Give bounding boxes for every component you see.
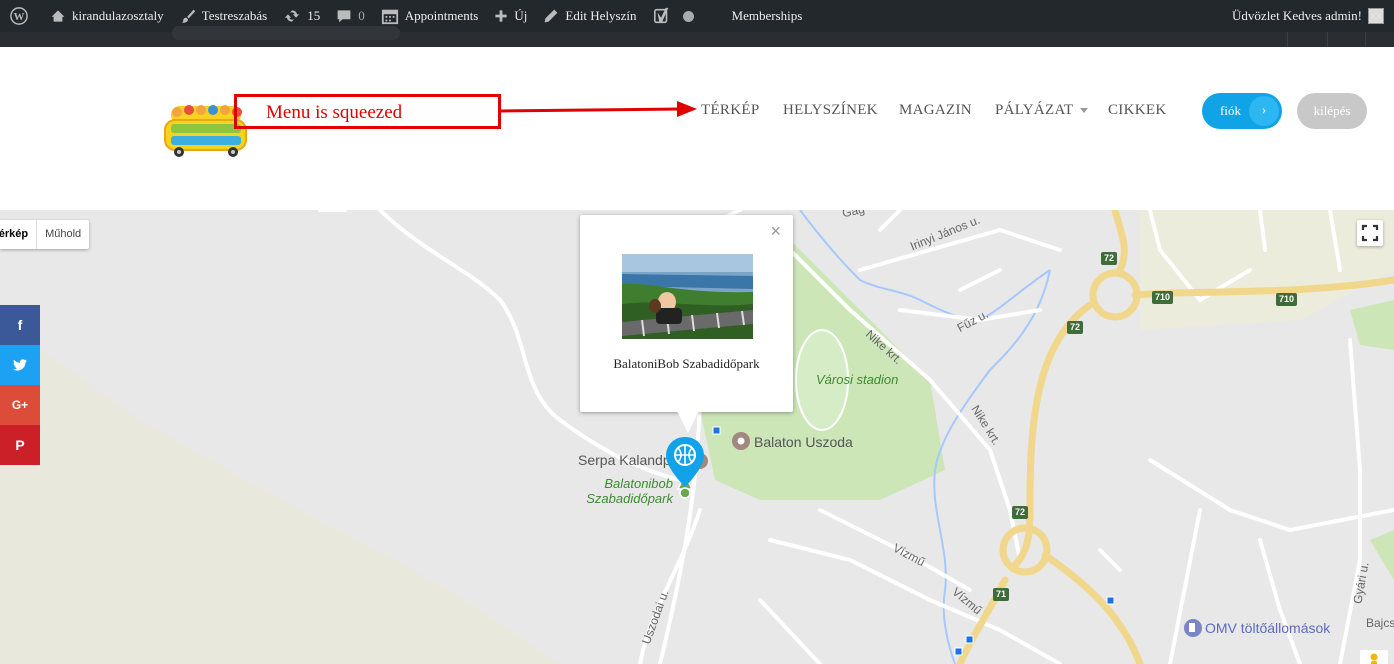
share-twitter-button[interactable]: t	[0, 345, 40, 385]
pinterest-icon: P	[15, 437, 25, 453]
site-name: kirandulazosztaly	[72, 8, 164, 23]
wordpress-logo-button[interactable]: W	[0, 0, 42, 32]
edit-location-label: Edit Helyszín	[565, 8, 637, 23]
logout-button[interactable]: kilépés	[1297, 93, 1367, 129]
close-icon[interactable]: ×	[770, 221, 781, 242]
chevron-right-icon: ›	[1249, 96, 1279, 126]
new-label: Új	[514, 8, 528, 23]
road-shield: 71	[993, 588, 1010, 601]
info-window-tail	[677, 411, 699, 433]
avatar	[1368, 8, 1384, 24]
map-label-stadium: Városi stadion	[816, 372, 899, 387]
memberships-link[interactable]: Memberships	[702, 0, 811, 32]
pegman-icon	[1370, 653, 1378, 664]
caret-down-icon	[1080, 108, 1089, 114]
subbar-divider	[1365, 32, 1366, 47]
yoast-icon	[653, 7, 668, 24]
nav-item-palyazat-label: PÁLYÁZAT	[995, 102, 1074, 118]
edit-location-link[interactable]: Edit Helyszín	[535, 0, 644, 32]
location-marker[interactable]	[664, 435, 706, 491]
location-photo[interactable]	[622, 254, 753, 339]
greeting-label: Üdvözlet Kedves admin!	[1232, 8, 1362, 23]
share-pinterest-button[interactable]: P	[0, 425, 40, 465]
paintbrush-icon	[181, 9, 195, 23]
updates-count: 15	[307, 8, 321, 23]
map-label-pool: Balaton Uszoda	[754, 434, 853, 450]
account-button[interactable]: fiók ›	[1202, 93, 1282, 129]
twitter-icon	[13, 359, 27, 371]
home-icon	[51, 10, 65, 22]
admin-subbar	[0, 26, 1394, 47]
comment-icon	[337, 10, 351, 23]
street-view-pegman[interactable]	[1360, 650, 1388, 664]
search-pill	[172, 26, 400, 40]
road-shield: 710	[1276, 293, 1298, 306]
map-type-control: Térkép Műhold	[0, 220, 90, 249]
map-label-serpa: Serpa Kalandp	[578, 452, 671, 468]
svg-text:W: W	[14, 11, 25, 23]
fullscreen-icon	[1361, 224, 1379, 242]
comments-count: 0	[358, 8, 365, 23]
nav-item-terkep[interactable]: TÉRKÉP	[701, 102, 759, 119]
nav-item-helyszinek[interactable]: HELYSZÍNEK	[783, 102, 878, 119]
site-header: Menu is squeezed TÉRKÉP HELYSZÍNEK MAGAZ…	[0, 47, 1394, 210]
google-plus-icon: G+	[11, 398, 29, 412]
seo-status-dot-icon	[682, 10, 694, 22]
map-type-satellite-button[interactable]: Műhold	[36, 220, 89, 249]
map-info-window: × BalatoniBob Szabadidőpark	[580, 215, 793, 433]
road-shield: 72	[1012, 506, 1029, 519]
nav-item-magazin[interactable]: MAGAZIN	[899, 102, 972, 119]
map-label-bobpark-line2: Szabadidőpark	[586, 491, 673, 506]
page: W kirandulazosztaly Testreszabás 15 0 Ap…	[0, 0, 1394, 664]
memberships-label: Memberships	[731, 8, 803, 23]
site-name-link[interactable]: kirandulazosztaly	[42, 0, 172, 32]
map-type-map-button[interactable]: Térkép	[0, 220, 36, 249]
account-button-label: fiók	[1220, 103, 1241, 118]
subbar-divider	[1287, 32, 1288, 47]
appointments-label: Appointments	[404, 8, 479, 23]
refresh-icon	[285, 10, 300, 22]
map-canvas[interactable]: Térkép Műhold Gág Irinyi János u. Fűz u.…	[0, 210, 1394, 664]
facebook-icon: f	[17, 317, 23, 333]
plus-icon	[495, 10, 507, 22]
map-label-bobpark: Balatonibob Szabadidőpark	[580, 476, 673, 506]
map-label-street: Bajcs	[1366, 616, 1394, 630]
fullscreen-button[interactable]	[1357, 220, 1383, 246]
road-shield: 72	[1067, 321, 1084, 334]
yoast-seo-button[interactable]	[645, 0, 702, 32]
customize-label: Testreszabás	[201, 8, 268, 23]
subbar-divider	[1327, 32, 1328, 47]
road-shield: 72	[1101, 252, 1118, 265]
nav-item-palyazat[interactable]: PÁLYÁZAT	[995, 102, 1089, 119]
info-window-title: BalatoniBob Szabadidőpark	[613, 356, 760, 371]
account-menu[interactable]: Üdvözlet Kedves admin!	[1232, 0, 1394, 32]
road-shield: 710	[1152, 291, 1174, 304]
share-google-button[interactable]: G+	[0, 385, 40, 425]
calendar-icon	[381, 9, 398, 25]
annotation-label: Menu is squeezed	[266, 102, 403, 123]
map-label-bobpark-line1: Balatonibob	[604, 476, 673, 491]
pencil-icon	[544, 9, 558, 23]
annotation-arrow-icon	[501, 101, 697, 117]
new-content-link[interactable]: Új	[486, 0, 535, 32]
map-label-omv: OMV töltőállomások	[1205, 620, 1331, 636]
nav-item-cikkek[interactable]: CIKKEK	[1108, 102, 1166, 119]
share-facebook-button[interactable]: f	[0, 305, 40, 345]
wordpress-icon: W	[10, 7, 28, 25]
